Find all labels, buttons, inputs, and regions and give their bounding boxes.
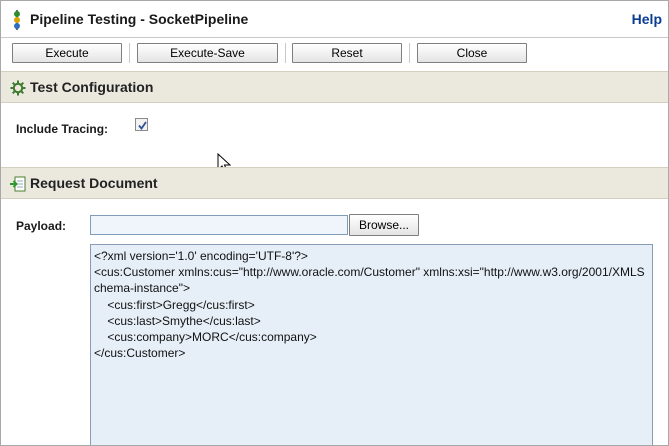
toolbar-separator (285, 43, 286, 63)
include-tracing-label: Include Tracing: (16, 122, 109, 136)
pipeline-icon (12, 10, 22, 30)
pipeline-testing-window: Pipeline Testing - SocketPipeline Help E… (0, 0, 669, 446)
request-document-header: Request Document (1, 167, 668, 199)
payload-label: Payload: (16, 219, 67, 233)
test-configuration-header: Test Configuration (1, 71, 668, 103)
payload-textarea[interactable]: <?xml version='1.0' encoding='UTF-8'?> <… (90, 244, 653, 445)
toolbar: Execute Execute-Save Reset Close (1, 38, 668, 71)
title-bar: Pipeline Testing - SocketPipeline Help (1, 1, 668, 38)
browse-button[interactable]: Browse... (349, 214, 419, 236)
section-title: Request Document (30, 175, 158, 191)
reset-button[interactable]: Reset (292, 43, 402, 63)
toolbar-separator (409, 43, 410, 63)
execute-save-button[interactable]: Execute-Save (137, 43, 278, 63)
close-button[interactable]: Close (417, 43, 527, 63)
check-icon (138, 121, 147, 130)
document-import-icon (10, 176, 26, 192)
execute-button[interactable]: Execute (12, 43, 122, 63)
help-link[interactable]: Help (632, 11, 662, 27)
gear-icon (10, 80, 26, 96)
payload-file-input[interactable] (90, 215, 348, 235)
page-title: Pipeline Testing - SocketPipeline (30, 11, 249, 27)
section-title: Test Configuration (30, 79, 154, 95)
toolbar-separator (129, 43, 130, 63)
include-tracing-checkbox[interactable] (135, 118, 148, 131)
